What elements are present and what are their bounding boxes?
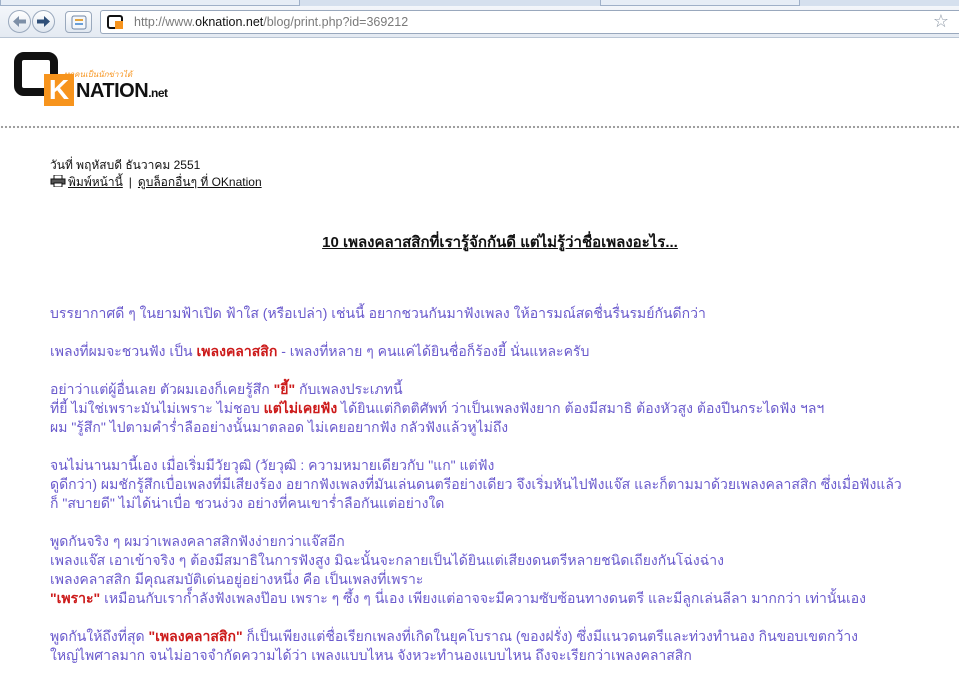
site-favicon-icon bbox=[107, 15, 123, 29]
highlight-melodious: "เพราะ" bbox=[50, 590, 101, 606]
post-links: พิมพ์หน้านี้ | ดูบล็อกอื่นๆ ที่ OKnation bbox=[50, 174, 950, 190]
post-title: 10 เพลงคลาสสิกที่เรารู้จักกันดี แต่ไม่รู… bbox=[322, 234, 678, 251]
post-content: วันที่ พฤหัสบดี ธันวาคม 2551 พิมพ์หน้านี… bbox=[50, 158, 950, 663]
bookmark-star-icon[interactable]: ☆ bbox=[933, 12, 949, 32]
post-date: วันที่ พฤหัสบดี ธันวาคม 2551 bbox=[50, 158, 201, 172]
browser-toolbar: http://www.oknation.net/blog/print.php?i… bbox=[0, 6, 959, 38]
highlight-yee: "ยี้" bbox=[273, 381, 296, 397]
back-arrow-icon bbox=[13, 16, 26, 27]
site-header: K ทุกคนเป็นนักข่าวได้ NATION.net bbox=[0, 39, 959, 129]
forward-button[interactable] bbox=[32, 10, 55, 33]
paragraph-4: จนไม่นานมานี้เอง เมื่อเริ่มมีวัยวุฒิ (วั… bbox=[50, 457, 902, 511]
highlight-classical-2: "เพลงคลาสสิก" bbox=[148, 628, 243, 644]
print-link[interactable]: พิมพ์หน้านี้ bbox=[50, 175, 123, 189]
paragraph-2: เพลงที่ผมจะชวนฟัง เป็น เพลงคลาสสิก - เพล… bbox=[50, 343, 590, 359]
forward-arrow-icon bbox=[37, 16, 50, 27]
url-text[interactable]: http://www.oknation.net/blog/print.php?i… bbox=[134, 15, 408, 29]
logo-wordmark: NATION.net bbox=[76, 80, 168, 102]
back-button[interactable] bbox=[8, 10, 31, 33]
header-divider bbox=[0, 125, 959, 129]
oknation-logo[interactable]: K ทุกคนเป็นนักข่าวได้ NATION.net bbox=[14, 52, 174, 110]
post-body: บรรยากาศดี ๆ ในยามฟ้าเปิด ฟ้าใส (หรือเปล… bbox=[50, 304, 945, 684]
highlight-classical: เพลงคลาสสิก bbox=[196, 343, 278, 359]
paragraph-1: บรรยากาศดี ๆ ในยามฟ้าเปิด ฟ้าใส (หรือเปล… bbox=[50, 305, 706, 321]
printer-icon bbox=[50, 175, 66, 187]
link-separator: | bbox=[128, 175, 132, 189]
paragraph-6: พูดกันให้ถึงที่สุด "เพลงคลาสสิก" ก็เป็นเ… bbox=[50, 628, 859, 663]
paragraph-3: อย่าว่าแต่ผู้อื่นเลย ตัวผมเองก็เคยรู้สึก… bbox=[50, 381, 825, 435]
paragraph-5: พูดกันจริง ๆ ผมว่าเพลงคลาสสิกฟังง่ายกว่า… bbox=[50, 533, 866, 606]
other-blogs-link[interactable]: ดูบล็อกอื่นๆ ที่ OKnation bbox=[138, 175, 262, 189]
page-icon bbox=[71, 15, 86, 29]
highlight-never-listened: แต่ไม่เคยฟัง bbox=[263, 400, 338, 416]
address-bar[interactable]: http://www.oknation.net/blog/print.php?i… bbox=[100, 10, 959, 34]
page-menu-button[interactable] bbox=[65, 11, 92, 33]
